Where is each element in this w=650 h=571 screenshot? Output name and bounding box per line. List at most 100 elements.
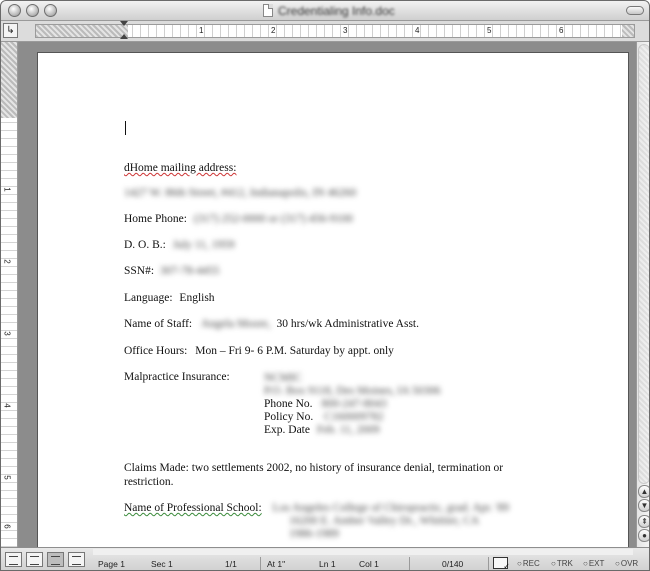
school-label: Name of Professional School: bbox=[124, 502, 262, 514]
staff-label: Name of Staff: bbox=[124, 318, 193, 330]
status-column: Col 1 bbox=[359, 559, 379, 569]
redacted-school-name: Los Angeles College of Chiropractic, gra… bbox=[272, 502, 510, 514]
minimize-window-button[interactable] bbox=[26, 4, 39, 17]
malpractice-label: Malpractice Insurance: bbox=[124, 371, 230, 383]
insurer-address: P.O. Box 9118, Des Moines, IA 50306 bbox=[264, 384, 441, 398]
staff-role: 30 hrs/wk Administrative Asst. bbox=[276, 318, 419, 330]
status-section: Sec 1 bbox=[151, 559, 173, 569]
status-line: Ln 1 bbox=[319, 559, 336, 569]
language-label: Language: bbox=[124, 292, 173, 304]
school-years: 1986-1989 bbox=[289, 527, 339, 541]
redacted-school-years: 1986-1989 bbox=[289, 528, 339, 540]
status-at: At 1" bbox=[267, 559, 286, 569]
normal-view-button[interactable] bbox=[5, 552, 22, 567]
ruler-number: 1 bbox=[199, 26, 204, 35]
language-value: English bbox=[179, 292, 215, 304]
ruler-number: 6 bbox=[559, 26, 564, 35]
redacted-dob: July 11, 1959 bbox=[172, 239, 235, 251]
policy-line: Policy No. C160009782 bbox=[264, 410, 384, 424]
vertical-ruler[interactable]: 1 2 3 4 5 6 bbox=[1, 42, 18, 547]
first-line-indent-marker[interactable] bbox=[120, 21, 128, 26]
left-margin-area bbox=[36, 25, 128, 37]
status-bar: Page 1 Sec 1 1/1 At 1" Ln 1 Col 1 0/140 … bbox=[1, 547, 649, 570]
outline-view-button[interactable] bbox=[68, 552, 85, 567]
claims-line-1: Claims Made: two settlements 2002, no hi… bbox=[124, 462, 504, 474]
redacted-policy-no: C160009782 bbox=[324, 411, 384, 423]
ruler-number: 5 bbox=[487, 26, 492, 35]
language-line: Language: English bbox=[124, 291, 215, 305]
ext-indicator[interactable]: EXT bbox=[583, 559, 605, 568]
dob-label: D. O. B.: bbox=[124, 239, 166, 251]
status-divider bbox=[409, 557, 410, 570]
vertical-scrollbar[interactable]: ▲ ▼ ⇞ ● bbox=[636, 42, 649, 547]
status-word-count: 0/140 bbox=[442, 559, 464, 569]
insurer-phone-line: Phone No. 800-247-8043 bbox=[264, 397, 387, 411]
staff-line: Name of Staff: Angela Moore, 30 hrs/wk A… bbox=[124, 317, 419, 331]
online-layout-view-button[interactable] bbox=[26, 552, 43, 567]
insurer-name: NCMIC bbox=[264, 371, 302, 385]
hanging-indent-marker[interactable] bbox=[120, 34, 128, 39]
ruler-number: 4 bbox=[2, 403, 12, 408]
redacted-address: 1427 W. 86th Street, #412, Indianapolis,… bbox=[124, 187, 357, 199]
ruler-number: 2 bbox=[2, 259, 12, 264]
document-page[interactable]: dHome mailing address: 1427 W. 86th Stre… bbox=[37, 52, 629, 552]
top-margin-area bbox=[1, 42, 17, 118]
dob-line: D. O. B.: July 11, 1959 bbox=[124, 238, 235, 252]
title-bar[interactable]: Credentialing Info.doc bbox=[1, 1, 649, 21]
school-line: Name of Professional School: Los Angeles… bbox=[124, 501, 509, 515]
ovr-indicator[interactable]: OVR bbox=[615, 559, 638, 568]
ruler-number: 1 bbox=[2, 187, 12, 192]
redacted-staff-name: Angela Moore, bbox=[201, 318, 271, 330]
scroll-down-arrow-icon[interactable]: ▼ bbox=[638, 499, 649, 512]
horizontal-ruler-row: ↳ 1 2 3 4 5 6 bbox=[1, 21, 649, 42]
home-label-text: dHome mailing address: bbox=[124, 162, 237, 174]
window-title: Credentialing Info.doc bbox=[278, 4, 395, 18]
ruler-number: 3 bbox=[2, 331, 12, 336]
scrollbar-thumb[interactable] bbox=[638, 44, 649, 484]
zoom-window-button[interactable] bbox=[44, 4, 57, 17]
status-divider bbox=[488, 557, 489, 570]
redacted-exp-date: Feb. 11, 2009 bbox=[316, 424, 380, 436]
home-address-value: 1427 W. 86th Street, #412, Indianapolis,… bbox=[124, 186, 356, 200]
office-hours-line: Office Hours: Mon – Fri 9- 6 P.M. Saturd… bbox=[124, 344, 394, 358]
document-canvas: dHome mailing address: 1427 W. 86th Stre… bbox=[19, 42, 636, 552]
page-layout-view-button[interactable] bbox=[47, 552, 64, 567]
status-divider bbox=[260, 557, 261, 570]
document-proxy-icon[interactable] bbox=[263, 4, 273, 17]
redacted-school-address: 16200 E. Amber Valley Dr., Whittier, CA bbox=[289, 515, 480, 527]
office-hours-label: Office Hours: bbox=[124, 345, 188, 357]
policy-no-label: Policy No. bbox=[264, 411, 314, 423]
trk-indicator[interactable]: TRK bbox=[551, 559, 573, 568]
status-page-of: 1/1 bbox=[225, 559, 237, 569]
close-window-button[interactable] bbox=[8, 4, 21, 17]
status-page: Page 1 bbox=[98, 559, 125, 569]
text-cursor bbox=[125, 121, 126, 135]
redacted-phone: (317) 252-0000 or (317) 456-9100 bbox=[193, 213, 353, 225]
ruler-number: 6 bbox=[2, 524, 12, 529]
ruler-number: 2 bbox=[271, 26, 276, 35]
tab-stop-selector-button[interactable]: ↳ bbox=[3, 23, 18, 38]
ssn-line: SSN#: 307-78-4455 bbox=[124, 264, 219, 278]
ruler-number: 4 bbox=[415, 26, 420, 35]
phone-no-label: Phone No. bbox=[264, 398, 313, 410]
horizontal-scrollbar[interactable] bbox=[93, 549, 633, 555]
rec-indicator[interactable]: REC bbox=[517, 559, 540, 568]
school-address: 16200 E. Amber Valley Dr., Whittier, CA bbox=[289, 514, 479, 528]
spelling-grammar-status-icon[interactable] bbox=[493, 557, 510, 570]
previous-page-icon[interactable]: ⇞ bbox=[638, 515, 649, 528]
exp-date-line: Exp. Date Feb. 11, 2009 bbox=[264, 423, 380, 437]
ruler-number: 3 bbox=[343, 26, 348, 35]
right-margin-area bbox=[622, 25, 634, 37]
ssn-label: SSN#: bbox=[124, 265, 155, 277]
home-phone-label: Home Phone: bbox=[124, 213, 187, 225]
toolbar-toggle-button[interactable] bbox=[626, 6, 644, 15]
home-address-label: dHome mailing address: bbox=[124, 161, 236, 175]
scroll-up-arrow-icon[interactable]: ▲ bbox=[638, 485, 649, 498]
claims-line-2: restriction. bbox=[124, 476, 174, 488]
home-phone-line: Home Phone: (317) 252-0000 or (317) 456-… bbox=[124, 212, 353, 226]
exp-date-label: Exp. Date bbox=[264, 424, 310, 436]
ruler-number: 5 bbox=[2, 475, 12, 480]
redacted-ssn: 307-78-4455 bbox=[159, 265, 220, 277]
redacted-insurer-phone: 800-247-8043 bbox=[321, 398, 387, 410]
browse-object-icon[interactable]: ● bbox=[638, 529, 649, 542]
